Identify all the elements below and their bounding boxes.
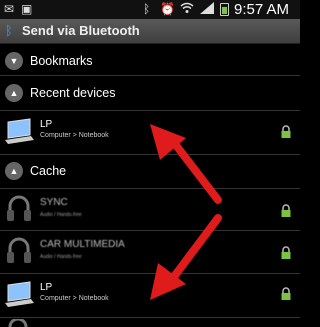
device-type: Computer > Notebook xyxy=(40,132,109,139)
device-type: Computer > Notebook xyxy=(40,295,109,302)
headset-icon xyxy=(7,237,31,263)
chevron-up-icon: ▲ xyxy=(5,84,23,102)
headset-icon xyxy=(8,319,28,327)
device-row-sync[interactable]: SYNC Audio / Hands-free xyxy=(0,188,300,232)
section-label: Recent devices xyxy=(30,86,116,100)
section-label: Cache xyxy=(30,164,67,178)
signal-icon xyxy=(200,2,214,18)
device-type: Audio / Hands-free xyxy=(40,212,82,218)
headset-icon xyxy=(7,195,31,221)
chevron-up-icon: ▲ xyxy=(5,162,23,180)
section-cache[interactable]: ▲ Cache xyxy=(0,154,300,188)
device-name: LP xyxy=(40,119,53,130)
device-row-recent-lp[interactable]: LP Computer > Notebook xyxy=(0,110,300,154)
device-name: SYNC xyxy=(40,197,68,208)
section-label: Bookmarks xyxy=(30,54,93,68)
device-row-car-multimedia[interactable]: CAR MULTIMEDIA Audio / Hands-free xyxy=(0,230,300,274)
battery-icon xyxy=(220,3,229,16)
section-bookmarks[interactable]: ▼ Bookmarks xyxy=(0,44,300,78)
lock-icon xyxy=(281,246,291,259)
lock-icon xyxy=(281,287,291,300)
device-type: Audio / Hands-free xyxy=(40,254,82,260)
alarm-icon: ⏰ xyxy=(160,2,175,16)
title-bar: ᛒ Send via Bluetooth xyxy=(0,19,300,44)
laptop-icon xyxy=(5,118,34,144)
chevron-down-icon: ▼ xyxy=(5,52,23,70)
device-name: LP xyxy=(40,282,53,293)
lock-icon xyxy=(281,204,291,217)
device-name: CAR MULTIMEDIA xyxy=(40,239,125,250)
clock: 9:57 AM xyxy=(234,1,290,18)
bluetooth-icon: ᛒ xyxy=(143,2,151,16)
image-icon: ▣ xyxy=(21,2,33,16)
wifi-icon xyxy=(180,2,194,18)
bluetooth-icon: ᛒ xyxy=(5,23,13,38)
section-recent-devices[interactable]: ▲ Recent devices xyxy=(0,76,300,110)
lock-icon xyxy=(281,125,291,138)
mail-icon: ✉ xyxy=(4,2,15,16)
laptop-icon xyxy=(5,281,34,307)
device-row-cache-lp[interactable]: LP Computer > Notebook xyxy=(0,273,300,317)
page-title: Send via Bluetooth xyxy=(22,23,140,38)
device-row-partial[interactable] xyxy=(0,318,300,327)
status-bar: ✉ ▣ ᛒ ⏰ 9:57 AM xyxy=(0,0,300,19)
